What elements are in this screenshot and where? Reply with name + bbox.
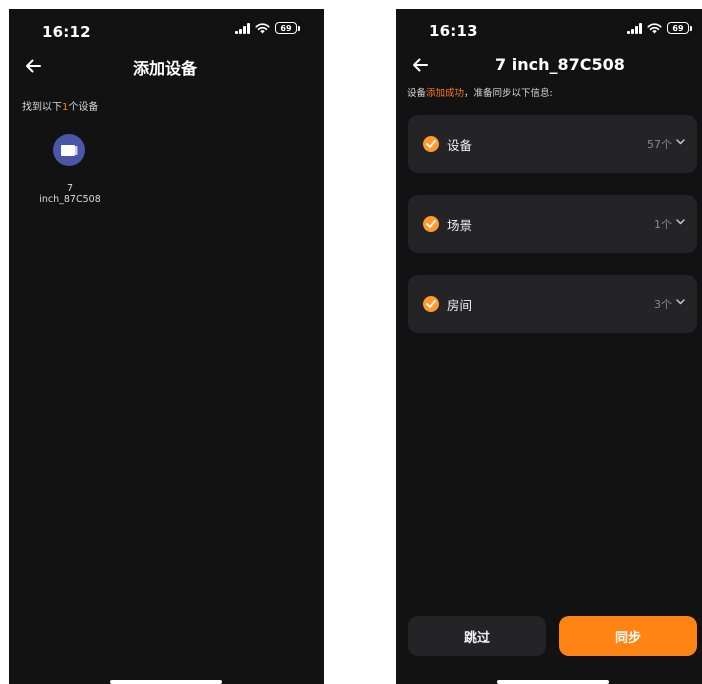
left-screen: 16:12 69 添加设备 找到以下1个设备 7 inch_87C508 <box>9 9 324 684</box>
checkbox-devices[interactable] <box>423 136 439 152</box>
subtitle-suffix: ，准备同步以下信息: <box>464 88 553 99</box>
chevron-down-icon[interactable] <box>676 219 685 225</box>
right-screen: 16:13 69 7 inch_87C508 设备添加成功，准备同步以下信息: <box>396 9 702 684</box>
device-name: 7 inch_87C508 <box>29 183 111 205</box>
status-icons: 69 <box>627 22 692 34</box>
checkbox-rooms[interactable] <box>423 296 439 312</box>
status-icons: 69 <box>235 22 300 34</box>
checkmark-icon <box>426 140 436 148</box>
back-button[interactable] <box>21 54 45 78</box>
status-time: 16:13 <box>429 22 478 40</box>
signal-icon <box>235 22 250 34</box>
chevron-down-icon[interactable] <box>676 299 685 305</box>
battery-level: 69 <box>667 22 689 34</box>
device-screen-icon <box>61 144 78 156</box>
battery-icon: 69 <box>667 22 692 34</box>
device-name-line1: 7 <box>66 183 74 194</box>
checkmark-icon <box>426 300 436 308</box>
home-indicator <box>110 680 222 684</box>
status-time: 16:12 <box>42 23 91 41</box>
device-tile[interactable]: 7 inch_87C508 <box>29 134 111 219</box>
device-avatar <box>53 134 85 166</box>
subtitle-highlight: 添加成功 <box>426 88 465 99</box>
page-title: 7 inch_87C508 <box>495 55 625 74</box>
sync-card-rooms[interactable]: 房间 3个 <box>408 275 697 333</box>
back-button[interactable] <box>408 53 432 77</box>
sync-card-scenes[interactable]: 场景 1个 <box>408 195 697 253</box>
sync-subtitle: 设备添加成功，准备同步以下信息: <box>407 85 553 99</box>
status-bar: 16:12 69 <box>9 9 324 53</box>
signal-icon <box>627 22 642 34</box>
back-arrow-icon <box>413 58 428 72</box>
sync-card-devices[interactable]: 设备 57个 <box>408 115 697 173</box>
wifi-icon <box>255 22 270 33</box>
card-label: 房间 <box>447 298 473 313</box>
skip-button[interactable]: 跳过 <box>408 616 546 656</box>
card-count: 57个 <box>647 138 672 151</box>
wifi-icon <box>647 22 662 33</box>
card-label: 设备 <box>447 138 473 153</box>
subtitle-prefix: 设备 <box>407 88 427 99</box>
found-devices-text: 找到以下1个设备 <box>22 98 98 113</box>
found-prefix: 找到以下 <box>22 102 62 113</box>
page-title: 添加设备 <box>133 59 198 78</box>
back-arrow-icon <box>26 59 41 73</box>
sync-button[interactable]: 同步 <box>559 616 697 656</box>
checkmark-icon <box>426 220 436 228</box>
card-count: 1个 <box>654 218 672 231</box>
chevron-down-icon[interactable] <box>676 139 685 145</box>
battery-icon: 69 <box>275 22 300 34</box>
checkbox-scenes[interactable] <box>423 216 439 232</box>
found-suffix: 个设备 <box>68 102 99 113</box>
device-name-line2: inch_87C508 <box>39 194 101 205</box>
card-count: 3个 <box>654 298 672 311</box>
card-label: 场景 <box>447 218 473 233</box>
status-bar: 16:13 69 <box>396 9 702 53</box>
home-indicator <box>497 680 609 684</box>
battery-level: 69 <box>275 22 297 34</box>
